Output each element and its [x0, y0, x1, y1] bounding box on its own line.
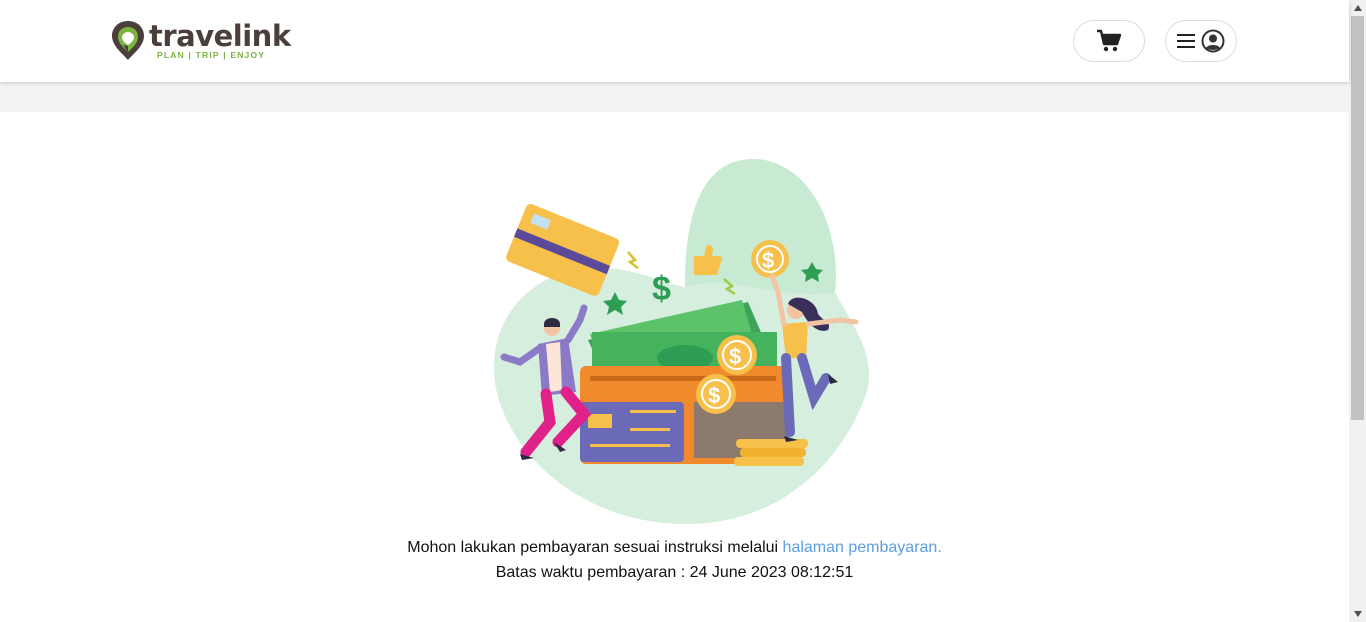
payment-deadline-text: Batas waktu pembayaran : 24 June 2023 08…	[0, 563, 1349, 583]
svg-text:$: $	[762, 248, 774, 273]
svg-text:$: $	[708, 383, 720, 408]
payment-illustration: $ $ $ $	[493, 158, 870, 525]
page: travelink PLAN | TRIP | ENJOY $ $ $ $ Mo…	[0, 0, 1349, 622]
instruction-prefix: Mohon lakukan pembayaran sesuai instruks…	[407, 539, 779, 556]
map-pin-logo-icon	[112, 21, 144, 60]
deadline-value: 24 June 2023 08:12:51	[689, 564, 854, 581]
cart-icon	[1097, 29, 1122, 52]
payment-page-link[interactable]: halaman pembayaran.	[783, 539, 942, 556]
top-navbar: travelink PLAN | TRIP | ENJOY	[0, 0, 1349, 82]
brand-tagline: PLAN | TRIP | ENJOY	[157, 50, 266, 60]
deadline-label: Batas waktu pembayaran :	[495, 564, 686, 581]
user-circle-icon	[1201, 29, 1225, 53]
account-menu-button[interactable]	[1165, 20, 1237, 62]
scroll-down-arrow-icon[interactable]	[1349, 606, 1366, 622]
svg-text:$: $	[652, 270, 671, 308]
scroll-up-arrow-icon[interactable]	[1349, 0, 1366, 16]
svg-text:$: $	[729, 344, 741, 369]
vertical-scrollbar[interactable]	[1349, 0, 1366, 622]
scrollbar-thumb[interactable]	[1351, 16, 1364, 420]
cart-button[interactable]	[1073, 20, 1145, 62]
travelink-logo[interactable]: travelink PLAN | TRIP | ENJOY	[111, 19, 291, 63]
brand-name: travelink	[149, 19, 291, 53]
hamburger-icon	[1177, 34, 1195, 48]
payment-instruction-text: Mohon lakukan pembayaran sesuai instruks…	[0, 538, 1349, 558]
header-spacer	[0, 82, 1349, 112]
